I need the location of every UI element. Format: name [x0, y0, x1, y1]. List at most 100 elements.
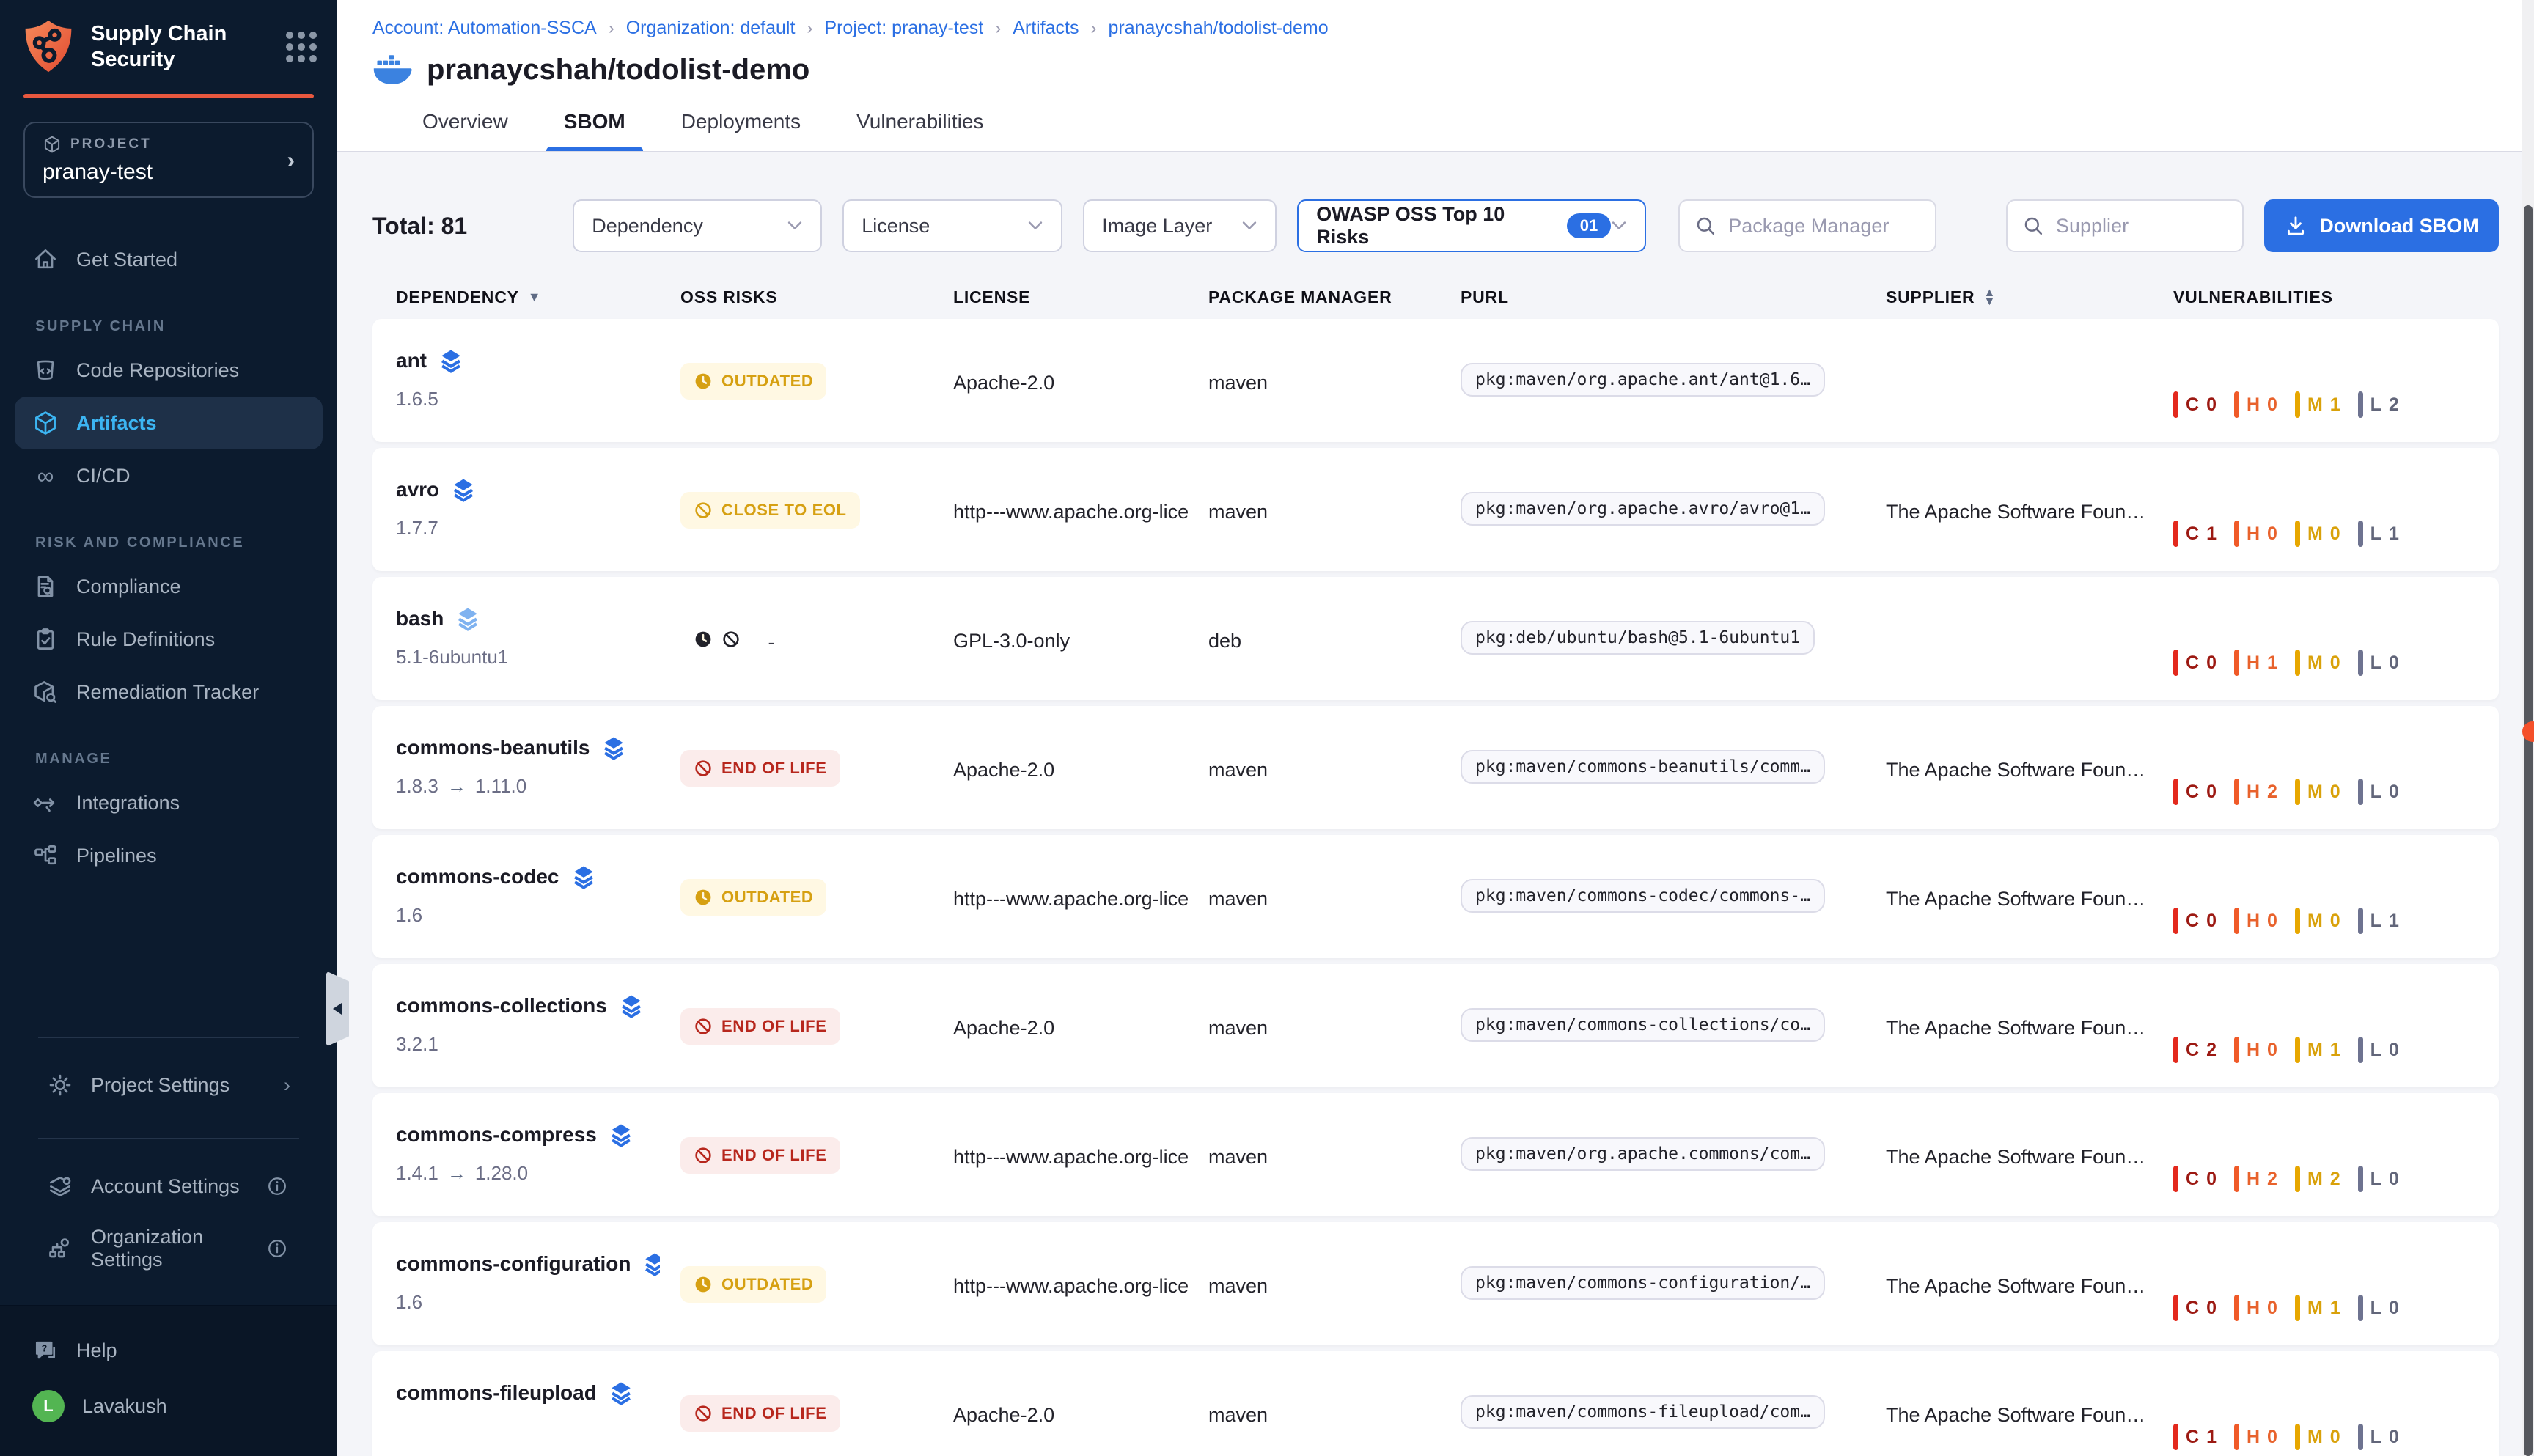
sidebar-item-remediation-tracker[interactable]: Remediation Tracker	[15, 666, 323, 718]
table-row[interactable]: ant 1.6.5 → OUTDATED Apache-2.0 maven pk…	[372, 319, 2499, 442]
column-header-dependency[interactable]: DEPENDENCY▼	[372, 287, 660, 307]
sidebar-item-pipelines[interactable]: Pipelines	[15, 829, 323, 882]
oss-risk-cell: END OF LIFE	[660, 1093, 933, 1216]
dependency-cell: commons-collections 3.2.1 →	[372, 964, 660, 1087]
ban-icon	[694, 1146, 713, 1165]
apps-grid-icon[interactable]	[286, 32, 317, 62]
supplier-cell: The Apache Software Foun…	[1865, 448, 2153, 571]
supplier-cell	[1865, 319, 2153, 442]
table-row[interactable]: commons-codec 1.6 → OUTDATED http---www.…	[372, 835, 2499, 958]
tab-vulnerabilities[interactable]: Vulnerabilities	[851, 110, 989, 151]
purl-pill[interactable]: pkg:maven/org.apache.commons/com…	[1461, 1137, 1825, 1171]
high-count: H1	[2234, 650, 2277, 676]
breadcrumb-current[interactable]: pranaycshah/todolist-demo	[1108, 18, 1328, 39]
tab-deployments[interactable]: Deployments	[675, 110, 807, 151]
brand-accent-divider	[23, 94, 314, 98]
project-selector[interactable]: PROJECT pranay-test ›	[23, 122, 314, 198]
owasp-risks-filter-dropdown[interactable]: OWASP OSS Top 10 Risks 01	[1297, 199, 1646, 252]
dependency-filter-dropdown[interactable]: Dependency	[573, 199, 822, 252]
purl-pill[interactable]: pkg:maven/commons-configuration/…	[1461, 1266, 1825, 1300]
purl-pill[interactable]: pkg:maven/commons-beanutils/comm…	[1461, 750, 1825, 784]
dependency-version: 1.8.3 → 1.11.0	[396, 775, 648, 798]
table-row[interactable]: commons-collections 3.2.1 → END OF LIFE …	[372, 964, 2499, 1087]
breadcrumb-project[interactable]: Project: pranay-test	[824, 18, 983, 39]
download-icon	[2284, 214, 2307, 238]
sidebar-item-get-started[interactable]: Get Started	[15, 233, 323, 286]
sidebar-item-cicd[interactable]: ∞ CI/CD	[15, 449, 323, 502]
dependency-cell: commons-fileupload →	[372, 1351, 660, 1456]
sidebar-item-help[interactable]: ? Help	[15, 1324, 323, 1377]
collapse-arrow-icon	[333, 1003, 342, 1015]
oss-risk-cell: -	[660, 577, 933, 700]
sidebar-item-account-settings[interactable]: Account Settings	[29, 1160, 308, 1213]
layers-icon	[455, 606, 480, 631]
dependency-version: 1.6 →	[396, 1291, 648, 1314]
vulnerabilities-cell: C1 H0 M0 L0	[2153, 1351, 2499, 1456]
sidebar-collapse-handle[interactable]	[326, 971, 349, 1047]
purl-pill[interactable]: pkg:deb/ubuntu/bash@5.1-6ubuntu1	[1461, 621, 1815, 655]
sidebar-item-organization-settings[interactable]: Organization Settings	[29, 1213, 308, 1284]
scrollbar-thumb[interactable]	[2524, 205, 2533, 1456]
cube-tag-icon	[32, 679, 59, 705]
image-layer-filter-dropdown[interactable]: Image Layer	[1083, 199, 1277, 252]
sidebar-item-label: Help	[76, 1339, 117, 1362]
brand: Supply Chain Security	[0, 0, 337, 91]
oss-risk-badge	[680, 621, 763, 658]
sidebar-item-user[interactable]: L Lavakush	[15, 1377, 323, 1435]
oss-risk-badge: END OF LIFE	[680, 1137, 840, 1174]
sidebar-item-integrations[interactable]: Integrations	[15, 776, 323, 829]
sidebar-footer: ? Help L Lavakush	[0, 1305, 337, 1456]
table-row[interactable]: avro 1.7.7 → CLOSE TO EOL http---www.apa…	[372, 448, 2499, 571]
sidebar-item-project-settings[interactable]: Project Settings ›	[29, 1059, 308, 1111]
arrow-right-icon: →	[447, 1162, 466, 1185]
sidebar-item-compliance[interactable]: Compliance	[15, 560, 323, 613]
info-icon[interactable]	[264, 1175, 290, 1197]
sidebar: Supply Chain Security PROJECT pranay-tes…	[0, 0, 337, 1456]
oss-risk-badge: OUTDATED	[680, 363, 826, 400]
download-sbom-button[interactable]: Download SBOM	[2264, 199, 2499, 252]
purl-pill[interactable]: pkg:maven/org.apache.ant/ant@1.6…	[1461, 363, 1825, 397]
high-count: H0	[2234, 1295, 2277, 1321]
sort-desc-icon: ▼	[528, 290, 542, 305]
tab-overview[interactable]: Overview	[416, 110, 514, 151]
table-row[interactable]: bash 5.1-6ubuntu1 → - GPL-3.0-only deb p…	[372, 577, 2499, 700]
supplier-search-input[interactable]	[2056, 215, 2232, 238]
shield-logo-icon	[21, 18, 76, 76]
sidebar-item-artifacts[interactable]: Artifacts	[15, 397, 323, 449]
tab-sbom[interactable]: SBOM	[558, 110, 631, 151]
layers-icon	[571, 864, 596, 889]
purl-pill[interactable]: pkg:maven/org.apache.avro/avro@1…	[1461, 492, 1825, 526]
column-header-supplier[interactable]: SUPPLIER ▲▼	[1865, 287, 2153, 307]
purl-cell: pkg:maven/org.apache.commons/com…	[1440, 1093, 1865, 1216]
sidebar-item-code-repositories[interactable]: Code Repositories	[15, 344, 323, 397]
breadcrumb-account[interactable]: Account: Automation-SSCA	[372, 18, 597, 39]
purl-pill[interactable]: pkg:maven/commons-codec/commons-…	[1461, 879, 1825, 913]
medium-count: M0	[2295, 521, 2340, 547]
supplier-cell	[1865, 577, 2153, 700]
license-cell: http---www.apache.org-lice…	[933, 1093, 1188, 1216]
breadcrumb-artifacts[interactable]: Artifacts	[1013, 18, 1079, 39]
low-count: L0	[2358, 1166, 2399, 1192]
divider	[38, 1138, 299, 1139]
license-filter-dropdown[interactable]: License	[842, 199, 1062, 252]
org-hierarchy-gear-icon	[47, 1235, 73, 1262]
purl-pill[interactable]: pkg:maven/commons-fileupload/com…	[1461, 1395, 1825, 1429]
breadcrumb-organization[interactable]: Organization: default	[626, 18, 796, 39]
nav-section-risk-compliance: RISK AND COMPLIANCE	[35, 534, 323, 551]
package-manager-search-input[interactable]	[1728, 215, 1904, 238]
filter-count-badge: 01	[1567, 213, 1611, 238]
table-row[interactable]: commons-configuration 1.6 → OUTDATED htt…	[372, 1222, 2499, 1345]
button-label: Download SBOM	[2319, 215, 2479, 238]
supplier-cell: The Apache Software Foun…	[1865, 706, 2153, 829]
table-row[interactable]: commons-compress 1.4.1 → 1.28.0 END OF L…	[372, 1093, 2499, 1216]
chevron-down-icon	[1611, 221, 1627, 231]
sidebar-item-rule-definitions[interactable]: Rule Definitions	[15, 613, 323, 666]
dependency-cell: avro 1.7.7 →	[372, 448, 660, 571]
chevron-down-icon	[1241, 221, 1257, 231]
table-row[interactable]: commons-fileupload → END OF LIFE Apache-…	[372, 1351, 2499, 1456]
dropdown-label: Image Layer	[1102, 215, 1212, 238]
info-icon[interactable]	[264, 1238, 290, 1260]
table-row[interactable]: commons-beanutils 1.8.3 → 1.11.0 END OF …	[372, 706, 2499, 829]
purl-pill[interactable]: pkg:maven/commons-collections/co…	[1461, 1008, 1825, 1042]
dependency-name: commons-collections	[396, 994, 607, 1018]
